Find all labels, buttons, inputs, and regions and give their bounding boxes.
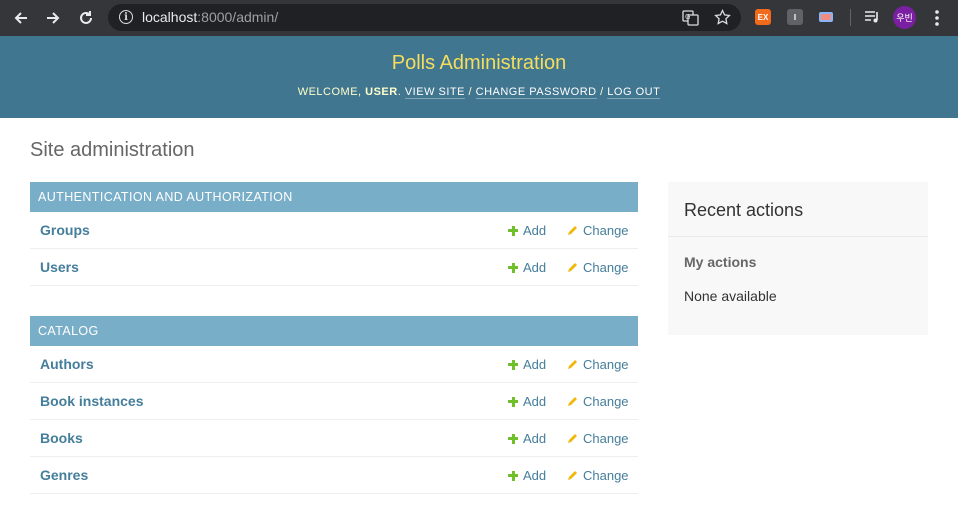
url-text[interactable]: localhost:8000/admin/ bbox=[142, 9, 278, 25]
change-users-link[interactable]: Change bbox=[567, 260, 629, 275]
module-caption[interactable]: Authentication and Authorization bbox=[30, 182, 638, 212]
change-book-instances-link[interactable]: Change bbox=[567, 394, 629, 409]
browser-toolbar: i localhost:8000/admin/ G EX I 우빈 bbox=[0, 0, 958, 36]
pencil-icon bbox=[568, 263, 577, 272]
add-books-link[interactable]: Add bbox=[508, 431, 546, 446]
module-caption[interactable]: Catalog bbox=[30, 316, 638, 346]
admin-header: Polls Administration Welcome, user. View… bbox=[0, 36, 958, 118]
plus-icon bbox=[508, 225, 518, 236]
pencil-icon bbox=[568, 397, 577, 406]
divider bbox=[668, 236, 928, 237]
model-row-groups: Groups Add Change bbox=[30, 212, 638, 249]
app-module-auth: Authentication and Authorization Groups … bbox=[30, 182, 638, 286]
model-link-genres[interactable]: Genres bbox=[40, 467, 88, 483]
model-link-groups[interactable]: Groups bbox=[40, 222, 90, 238]
plus-icon bbox=[508, 262, 518, 273]
plus-icon bbox=[508, 396, 518, 407]
model-row-authors: Authors Add Change bbox=[30, 346, 638, 383]
change-groups-link[interactable]: Change bbox=[567, 223, 629, 238]
welcome-text: Welcome, bbox=[297, 86, 362, 98]
svg-text:G: G bbox=[685, 13, 690, 21]
model-row-genres: Genres Add Change bbox=[30, 457, 638, 494]
change-books-link[interactable]: Change bbox=[567, 431, 629, 446]
profile-avatar[interactable]: 우빈 bbox=[893, 6, 916, 29]
recent-actions-panel: Recent actions My actions None available bbox=[668, 182, 928, 335]
add-authors-link[interactable]: Add bbox=[508, 357, 546, 372]
pencil-icon bbox=[568, 434, 577, 443]
my-actions-heading: My actions bbox=[684, 254, 757, 270]
user-tools: Welcome, user. View site / Change passwo… bbox=[297, 86, 661, 99]
username: user bbox=[365, 86, 398, 98]
model-link-book-instances[interactable]: Book instances bbox=[40, 393, 143, 409]
page-title: Site administration bbox=[30, 139, 195, 161]
view-site-link[interactable]: View site bbox=[404, 86, 465, 99]
forward-icon[interactable] bbox=[42, 7, 64, 29]
change-password-link[interactable]: Change password bbox=[475, 86, 597, 99]
model-row-books: Books Add Change bbox=[30, 420, 638, 457]
extension-icon[interactable]: EX bbox=[755, 9, 771, 25]
change-authors-link[interactable]: Change bbox=[567, 357, 629, 372]
model-link-authors[interactable]: Authors bbox=[40, 356, 94, 372]
extension-icon[interactable]: I bbox=[787, 9, 803, 25]
pencil-icon bbox=[568, 360, 577, 369]
media-controls-icon[interactable] bbox=[864, 9, 880, 25]
plus-icon bbox=[508, 433, 518, 444]
change-genres-link[interactable]: Change bbox=[567, 468, 629, 483]
add-users-link[interactable]: Add bbox=[508, 260, 546, 275]
translate-icon[interactable]: G bbox=[682, 9, 699, 26]
address-bar[interactable]: i localhost:8000/admin/ G bbox=[108, 4, 741, 31]
add-groups-link[interactable]: Add bbox=[508, 223, 546, 238]
app-module-catalog: Catalog Authors Add Change Book instance… bbox=[30, 316, 638, 494]
add-genres-link[interactable]: Add bbox=[508, 468, 546, 483]
site-info-icon[interactable]: i bbox=[119, 10, 133, 24]
plus-icon bbox=[508, 359, 518, 370]
bookmark-star-icon[interactable] bbox=[714, 9, 731, 26]
back-icon[interactable] bbox=[10, 7, 32, 29]
pencil-icon bbox=[568, 471, 577, 480]
toolbar-divider bbox=[850, 9, 851, 26]
reload-icon[interactable] bbox=[75, 7, 97, 29]
model-link-users[interactable]: Users bbox=[40, 259, 79, 275]
pencil-icon bbox=[568, 226, 577, 235]
model-link-books[interactable]: Books bbox=[40, 430, 83, 446]
add-book-instances-link[interactable]: Add bbox=[508, 394, 546, 409]
log-out-link[interactable]: Log out bbox=[607, 86, 661, 99]
empty-state-text: None available bbox=[684, 288, 777, 304]
cast-extension-icon[interactable] bbox=[818, 9, 834, 25]
model-row-book-instances: Book instances Add Change bbox=[30, 383, 638, 420]
site-title[interactable]: Polls Administration bbox=[0, 52, 958, 75]
more-menu-icon[interactable] bbox=[930, 9, 944, 27]
recent-actions-title: Recent actions bbox=[684, 200, 804, 220]
model-row-users: Users Add Change bbox=[30, 249, 638, 286]
plus-icon bbox=[508, 470, 518, 481]
